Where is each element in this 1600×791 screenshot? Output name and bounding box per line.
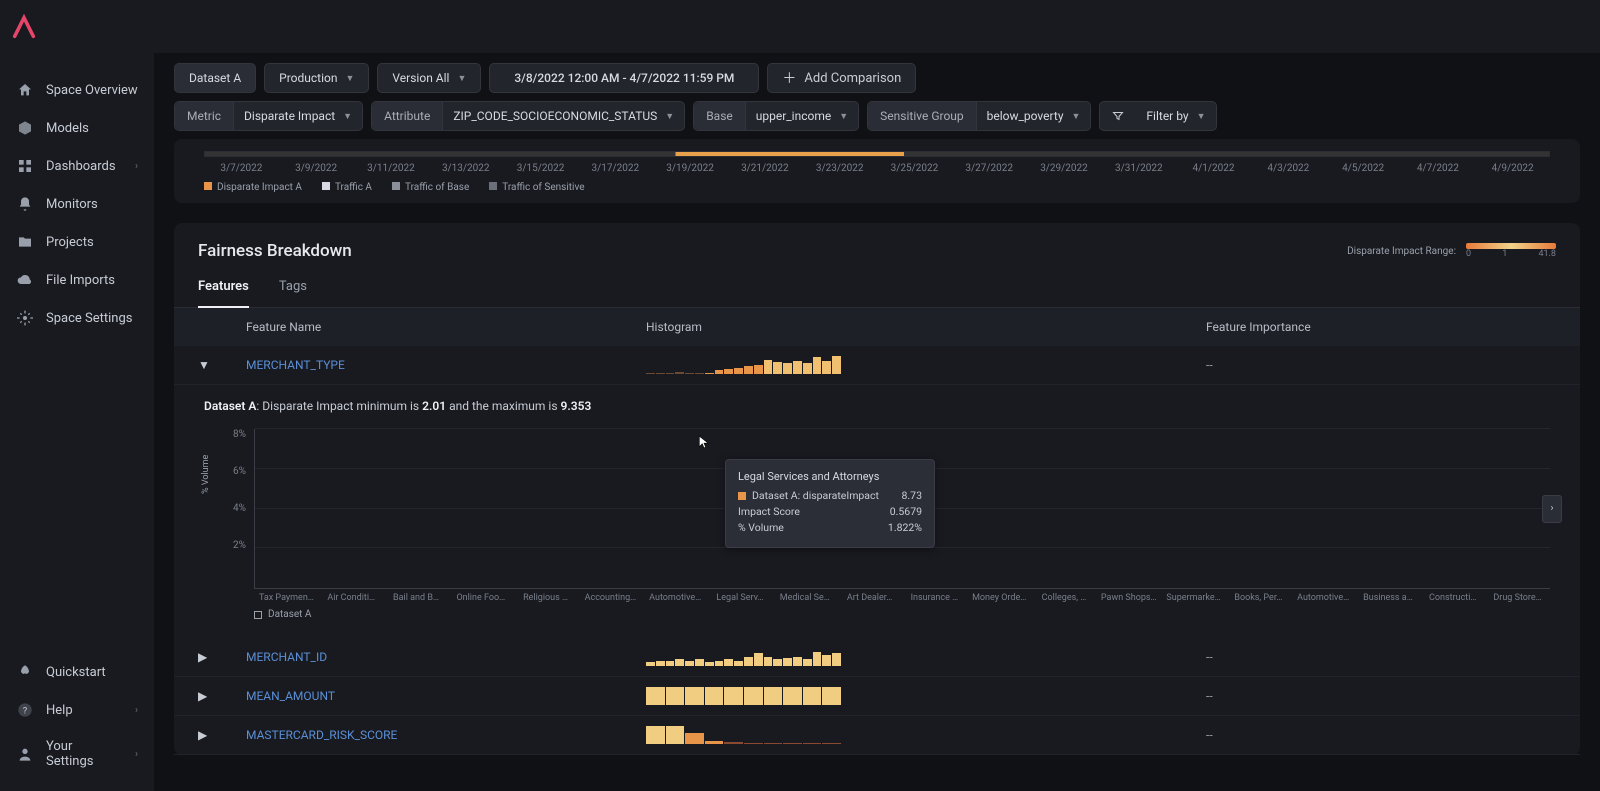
filter-bar-1: Dataset A Production▼ Version All▼ 3/8/2… [174,63,1580,93]
table-row: ▶ MASTERCARD_RISK_SCORE -- [174,716,1580,755]
sidebar-item-space-overview[interactable]: Space Overview [0,71,154,109]
help-icon: ? [16,701,34,719]
mini-histogram [646,356,841,374]
feature-name-link[interactable]: MASTERCARD_RISK_SCORE [246,728,646,742]
tab-tags[interactable]: Tags [279,279,307,307]
sidebar-item-label: Space Overview [46,83,138,98]
plus-icon: ＋ [782,68,796,88]
section-title: Fairness Breakdown [198,241,1347,261]
gear-icon [16,309,34,327]
timeline-ticks: 3/7/20223/9/20223/11/20223/13/20223/15/2… [204,163,1550,174]
environment-select[interactable]: Production▼ [264,63,369,93]
daterange-picker[interactable]: 3/8/2022 12:00 AM - 4/7/2022 11:59 PM [489,63,759,93]
chevron-down-icon: ▼ [665,111,674,122]
feature-importance: -- [1206,728,1556,742]
expand-toggle[interactable]: ▶ [198,650,246,664]
filter-icon [1100,110,1136,122]
bell-icon [16,195,34,213]
top-bar [0,0,1600,53]
chevron-right-icon: › [135,749,138,760]
sidebar-item-your-settings[interactable]: Your Settings › [0,729,154,779]
version-select[interactable]: Version All▼ [377,63,481,93]
sensitive-group-select[interactable]: Sensitive Groupbelow_poverty▼ [867,101,1091,131]
base-select[interactable]: Baseupper_income▼ [693,101,859,131]
expand-toggle[interactable]: ▶ [198,689,246,703]
dataset-pill[interactable]: Dataset A [174,63,256,93]
mini-histogram [646,648,841,666]
sidebar-item-file-imports[interactable]: File Imports [0,261,154,299]
chevron-down-icon: ▼ [839,111,848,122]
sidebar-item-label: Projects [46,235,94,250]
y-axis-label: % Volume [201,455,211,494]
y-axis: 8%6%4%2% [204,429,254,589]
fairness-breakdown-card: Fairness Breakdown Disparate Impact Rang… [174,223,1580,755]
table-row: ▶ MERCHANT_ID -- [174,638,1580,677]
folder-icon [16,233,34,251]
sidebar-item-monitors[interactable]: Monitors [0,185,154,223]
sidebar-item-label: Dashboards [46,159,116,174]
feature-importance: -- [1206,689,1556,703]
rocket-icon [16,663,34,681]
attribute-select[interactable]: AttributeZIP_CODE_SOCIOECONOMIC_STATUS▼ [371,101,685,131]
add-comparison-button[interactable]: ＋Add Comparison [767,63,916,93]
tab-features[interactable]: Features [198,279,249,308]
sidebar: Space Overview Models Dashboards › Monit… [0,53,154,791]
sidebar-item-label: File Imports [46,273,115,288]
timeline-card: 3/7/20223/9/20223/11/20223/13/20223/15/2… [174,139,1580,203]
chart-legend: Dataset A [254,609,1550,620]
cloud-icon [16,271,34,289]
chevron-down-icon: ▼ [457,73,466,84]
filter-by-button[interactable]: Filter by▼ [1099,101,1216,131]
timeline-legend: Disparate Impact ATraffic ATraffic of Ba… [204,182,1550,193]
chevron-right-icon: › [135,705,138,716]
mini-histogram [646,726,841,744]
sidebar-item-label: Your Settings [46,739,123,769]
expand-toggle[interactable]: ▶ [198,728,246,742]
sidebar-item-label: Models [46,121,89,136]
feature-name-link[interactable]: MEAN_AMOUNT [246,689,646,703]
stat-summary: Dataset A: Disparate Impact minimum is 2… [204,399,1550,413]
chevron-down-icon: ▼ [1197,111,1206,122]
expand-toggle[interactable]: ▼ [198,358,246,372]
home-icon [16,81,34,99]
x-axis-labels: Tax Paymen…Air Conditi…Bail and B…Online… [254,589,1550,603]
filter-bar-2: MetricDisparate Impact▼ AttributeZIP_COD… [174,101,1580,131]
timeline-strip[interactable] [204,151,1550,157]
main-content: Dataset A Production▼ Version All▼ 3/8/2… [154,53,1600,791]
sidebar-item-space-settings[interactable]: Space Settings [0,299,154,337]
sidebar-item-label: Space Settings [46,311,132,326]
sidebar-item-label: Monitors [46,197,98,212]
volume-chart: % Volume 8%6%4%2% › Legal Services and A… [204,429,1550,589]
feature-importance: -- [1206,650,1556,664]
sidebar-item-label: Quickstart [46,665,106,680]
sidebar-item-quickstart[interactable]: Quickstart [0,653,154,691]
svg-text:?: ? [23,705,28,716]
sidebar-item-label: Help [46,703,73,718]
chevron-down-icon: ▼ [1072,111,1081,122]
table-row: ▶ MEAN_AMOUNT -- [174,677,1580,716]
feature-name-link[interactable]: MERCHANT_TYPE [246,358,646,372]
chevron-down-icon: ▼ [343,111,352,122]
grid-icon [16,157,34,175]
cube-icon [16,119,34,137]
mini-histogram [646,687,841,705]
di-range-legend: Disparate Impact Range: 0141.8 [1347,243,1556,259]
sidebar-item-models[interactable]: Models [0,109,154,147]
expanded-chart-panel: Dataset A: Disparate Impact minimum is 2… [174,385,1580,638]
chart-next-button[interactable]: › [1542,495,1562,523]
chevron-right-icon: › [135,161,138,172]
table-header: Feature Name Histogram Feature Importanc… [174,308,1580,346]
table-row: ▼ MERCHANT_TYPE -- [174,346,1580,385]
tabs: Features Tags [174,261,1580,308]
feature-importance: -- [1206,358,1556,372]
metric-select[interactable]: MetricDisparate Impact▼ [174,101,363,131]
app-logo [10,13,38,41]
sidebar-item-help[interactable]: ? Help › [0,691,154,729]
sidebar-item-projects[interactable]: Projects [0,223,154,261]
user-gear-icon [16,745,34,763]
sidebar-item-dashboards[interactable]: Dashboards › [0,147,154,185]
feature-name-link[interactable]: MERCHANT_ID [246,650,646,664]
chevron-down-icon: ▼ [346,73,355,84]
chart-tooltip: Legal Services and Attorneys Dataset A: … [725,459,935,548]
